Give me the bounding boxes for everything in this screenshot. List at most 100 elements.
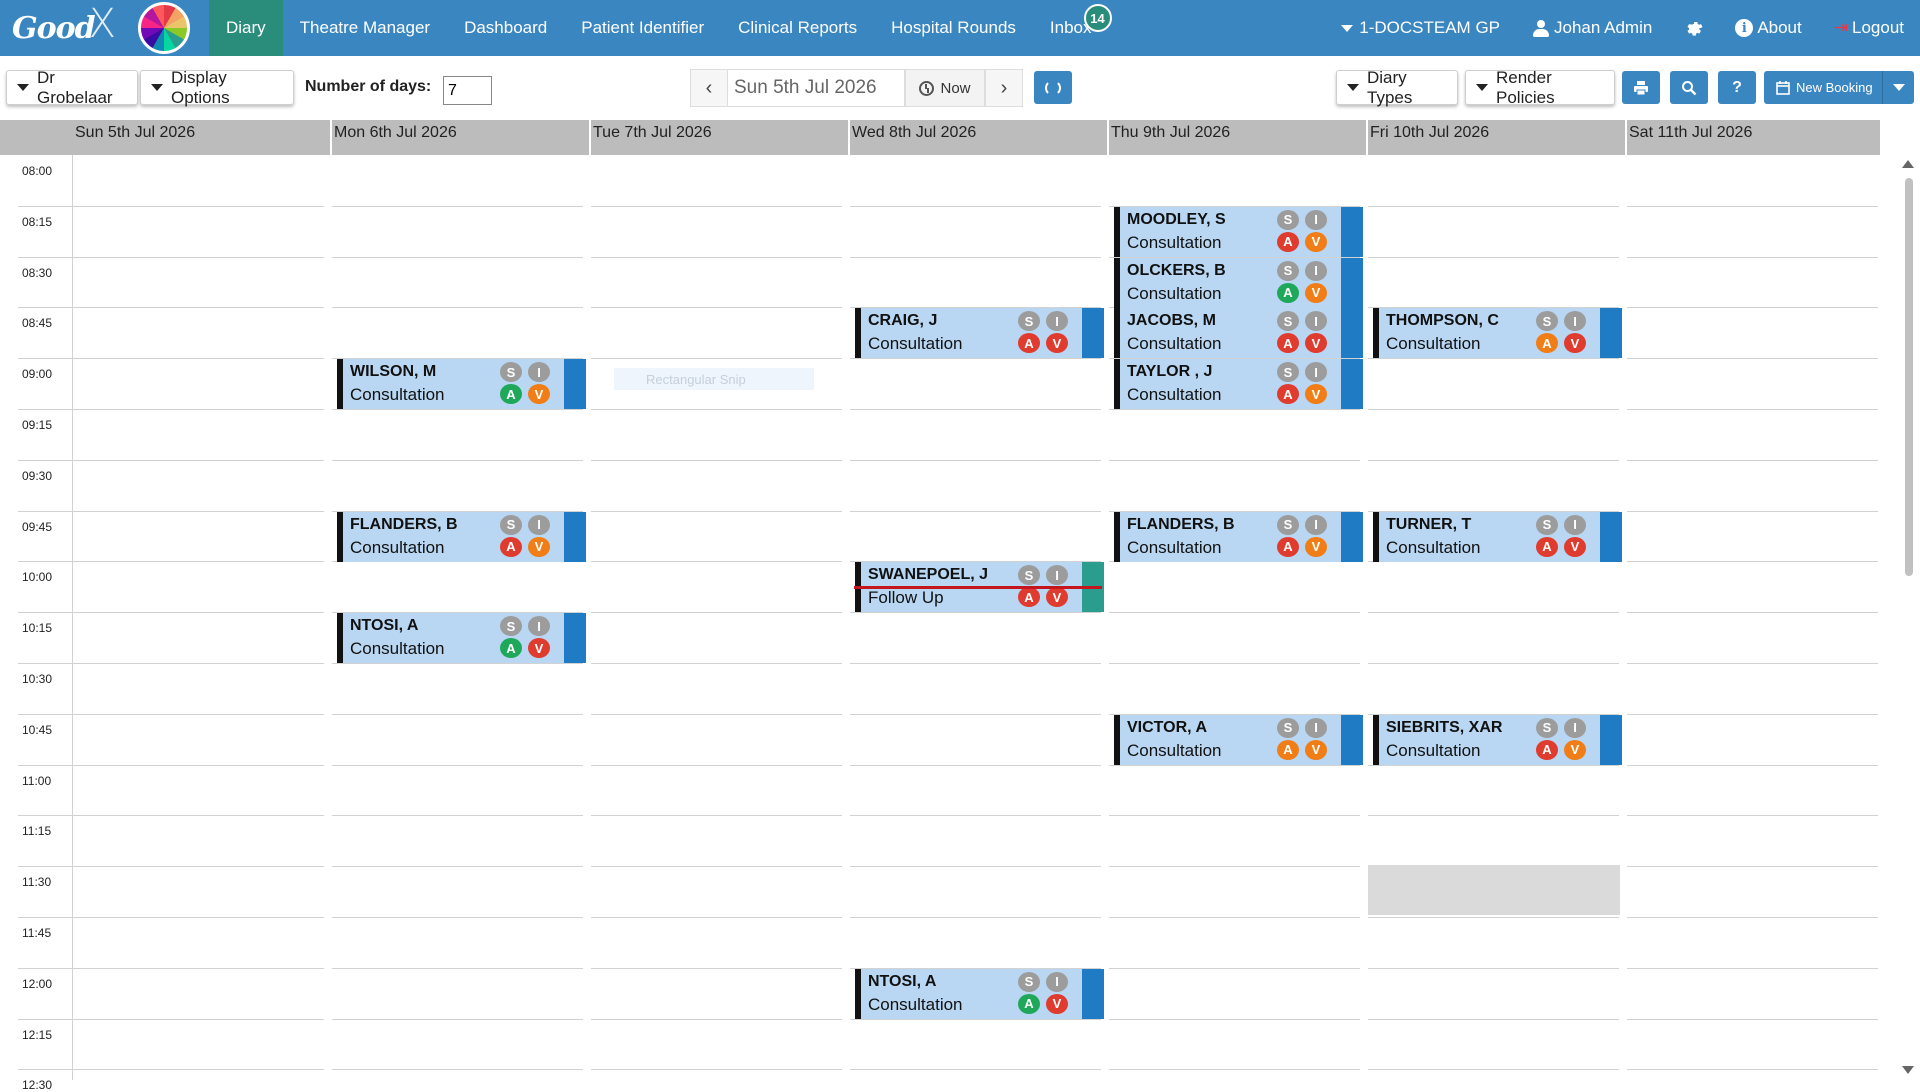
status-a-badge[interactable]: A — [1536, 536, 1558, 557]
diary-types-button[interactable]: Diary Types — [1336, 68, 1458, 107]
status-v-badge[interactable]: V — [1305, 536, 1327, 557]
appointment-card[interactable]: VICTOR, A Consultation S I A V — [1114, 714, 1363, 765]
nav-clinical-reports[interactable]: Clinical Reports — [721, 0, 874, 56]
nav-theatre-manager[interactable]: Theatre Manager — [283, 0, 447, 56]
status-s-badge[interactable]: S — [1277, 514, 1299, 535]
status-a-badge[interactable]: A — [1277, 739, 1299, 760]
status-i-badge[interactable]: I — [528, 616, 550, 637]
previous-date-button[interactable]: ‹ — [690, 69, 728, 107]
status-a-badge[interactable]: A — [1277, 282, 1299, 303]
status-a-badge[interactable]: A — [1536, 739, 1558, 760]
status-a-badge[interactable]: A — [1018, 333, 1040, 354]
status-v-badge[interactable]: V — [1305, 384, 1327, 405]
appointment-card[interactable]: OLCKERS, B Consultation S I A V — [1114, 257, 1363, 308]
goodx-logo[interactable]: Good X — [0, 0, 209, 56]
status-s-badge[interactable]: S — [500, 616, 522, 637]
refresh-button[interactable] — [1034, 71, 1072, 104]
appointment-card[interactable]: MOODLEY, S Consultation S I A V — [1114, 206, 1363, 257]
appointment-card[interactable]: THOMPSON, C Consultation S I A V — [1373, 308, 1622, 359]
appointment-card[interactable]: FLANDERS, B Consultation S I A V — [337, 511, 586, 562]
status-i-badge[interactable]: I — [1046, 311, 1068, 332]
status-v-badge[interactable]: V — [1305, 231, 1327, 252]
appointment-card[interactable]: NTOSI, A Consultation S I A V — [855, 968, 1104, 1019]
status-v-badge[interactable]: V — [1305, 282, 1327, 303]
status-i-badge[interactable]: I — [1305, 209, 1327, 230]
date-field[interactable]: Sun 5th Jul 2026 — [727, 69, 905, 107]
status-v-badge[interactable]: V — [1046, 587, 1068, 608]
status-a-badge[interactable]: A — [1018, 587, 1040, 608]
appointment-card[interactable]: CRAIG, J Consultation S I A V — [855, 308, 1104, 359]
status-v-badge[interactable]: V — [1305, 333, 1327, 354]
nav-dashboard[interactable]: Dashboard — [447, 0, 564, 56]
status-i-badge[interactable]: I — [1564, 311, 1586, 332]
scroll-up-arrow-icon[interactable] — [1902, 160, 1914, 168]
appointment-card[interactable]: NTOSI, A Consultation S I A V — [337, 613, 586, 664]
status-s-badge[interactable]: S — [1018, 311, 1040, 332]
display-options-button[interactable]: Display Options — [140, 68, 294, 107]
status-a-badge[interactable]: A — [500, 536, 522, 557]
day-header[interactable]: Sun 5th Jul 2026 — [75, 124, 195, 142]
status-v-badge[interactable]: V — [1305, 739, 1327, 760]
status-i-badge[interactable]: I — [1046, 971, 1068, 992]
status-a-badge[interactable]: A — [1277, 231, 1299, 252]
status-a-badge[interactable]: A — [1536, 333, 1558, 354]
status-s-badge[interactable]: S — [500, 514, 522, 535]
appointment-card[interactable]: SIEBRITS, XAR Consultation S I A V — [1373, 714, 1622, 765]
status-i-badge[interactable]: I — [528, 362, 550, 383]
status-s-badge[interactable]: S — [500, 362, 522, 383]
status-s-badge[interactable]: S — [1277, 717, 1299, 738]
number-of-days-input[interactable] — [443, 76, 492, 105]
settings-button[interactable] — [1668, 0, 1719, 56]
status-v-badge[interactable]: V — [1564, 333, 1586, 354]
status-s-badge[interactable]: S — [1536, 717, 1558, 738]
day-header[interactable]: Fri 10th Jul 2026 — [1370, 124, 1489, 142]
doctor-selector[interactable]: Dr Grobelaar — [6, 68, 138, 107]
status-s-badge[interactable]: S — [1277, 260, 1299, 281]
render-policies-button[interactable]: Render Policies — [1465, 68, 1615, 107]
day-header[interactable]: Mon 6th Jul 2026 — [334, 124, 457, 142]
status-a-badge[interactable]: A — [1277, 536, 1299, 557]
logout-link[interactable]: ⇥ Logout — [1818, 0, 1920, 56]
nav-inbox[interactable]: Inbox 14 — [1032, 0, 1120, 56]
appointment-card[interactable]: TAYLOR , J Consultation S I A V — [1114, 359, 1363, 410]
new-booking-button[interactable]: New Booking — [1764, 71, 1882, 104]
status-a-badge[interactable]: A — [1277, 384, 1299, 405]
now-button[interactable]: Now — [905, 69, 985, 107]
status-i-badge[interactable]: I — [1305, 514, 1327, 535]
nav-diary[interactable]: Diary — [209, 0, 283, 56]
search-button[interactable] — [1670, 71, 1708, 104]
practice-selector[interactable]: 1-DOCSTEAM GP — [1325, 0, 1516, 56]
user-menu[interactable]: Johan Admin — [1516, 0, 1668, 56]
status-v-badge[interactable]: V — [1564, 536, 1586, 557]
status-i-badge[interactable]: I — [1564, 514, 1586, 535]
status-a-badge[interactable]: A — [500, 638, 522, 659]
status-s-badge[interactable]: S — [1536, 311, 1558, 332]
status-i-badge[interactable]: I — [1305, 260, 1327, 281]
appointment-card[interactable]: WILSON, M Consultation S I A V — [337, 359, 586, 410]
day-header[interactable]: Sat 11th Jul 2026 — [1629, 124, 1752, 142]
appointment-card[interactable]: FLANDERS, B Consultation S I A V — [1114, 511, 1363, 562]
status-i-badge[interactable]: I — [1564, 717, 1586, 738]
print-button[interactable] — [1622, 71, 1660, 104]
new-booking-dropdown[interactable] — [1882, 71, 1914, 104]
status-s-badge[interactable]: S — [1277, 209, 1299, 230]
day-header[interactable]: Tue 7th Jul 2026 — [593, 124, 712, 142]
status-i-badge[interactable]: I — [1305, 311, 1327, 332]
scrollbar-thumb[interactable] — [1905, 178, 1913, 576]
status-v-badge[interactable]: V — [528, 536, 550, 557]
status-i-badge[interactable]: I — [1305, 362, 1327, 383]
scroll-down-arrow-icon[interactable] — [1902, 1066, 1914, 1074]
status-s-badge[interactable]: S — [1277, 362, 1299, 383]
help-button[interactable]: ? — [1718, 71, 1756, 104]
status-i-badge[interactable]: I — [1305, 717, 1327, 738]
status-v-badge[interactable]: V — [1046, 993, 1068, 1014]
nav-patient-identifier[interactable]: Patient Identifier — [564, 0, 721, 56]
status-a-badge[interactable]: A — [500, 384, 522, 405]
status-i-badge[interactable]: I — [1046, 565, 1068, 586]
appointment-card[interactable]: JACOBS, M Consultation S I A V — [1114, 308, 1363, 359]
status-s-badge[interactable]: S — [1018, 971, 1040, 992]
day-header[interactable]: Wed 8th Jul 2026 — [852, 124, 976, 142]
nav-hospital-rounds[interactable]: Hospital Rounds — [874, 0, 1033, 56]
next-date-button[interactable]: › — [985, 69, 1023, 107]
status-v-badge[interactable]: V — [528, 384, 550, 405]
